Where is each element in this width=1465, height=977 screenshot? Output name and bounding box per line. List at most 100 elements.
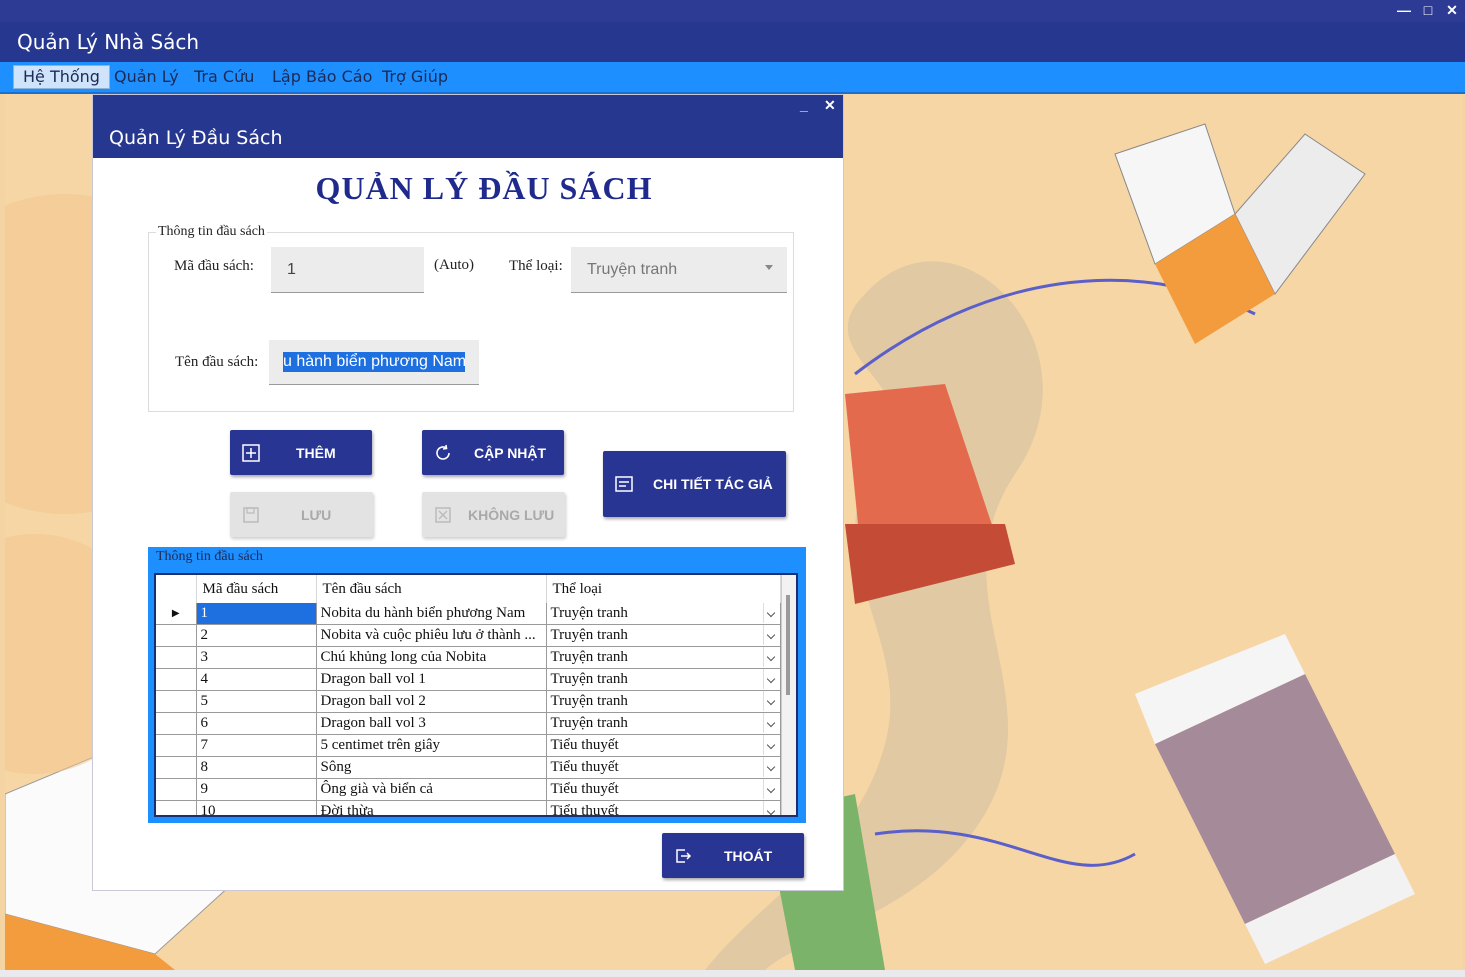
auto-label: (Auto) (434, 257, 474, 273)
cell-ten[interactable]: Sông (316, 756, 547, 779)
the-loai-select[interactable]: Truyện tranh (571, 247, 787, 293)
chevron-down-icon[interactable] (762, 735, 780, 755)
cell-the-loai[interactable]: Truyện tranh (546, 603, 781, 625)
chevron-down-icon[interactable] (762, 779, 780, 799)
chi-tiet-tac-gia-button[interactable]: CHI TIẾT TÁC GIẢ (603, 451, 786, 517)
cap-nhat-button[interactable]: CẬP NHẬT (422, 430, 564, 475)
table-row[interactable]: 3 Chú khủng long của Nobita Truyện tranh (156, 646, 781, 669)
scrollbar-thumb[interactable] (786, 595, 790, 695)
cell-ma[interactable]: 8 (196, 756, 317, 779)
exit-icon (676, 849, 692, 863)
cell-ma[interactable]: 7 (196, 734, 317, 757)
menu-tra-cuu[interactable]: Tra Cứu (185, 66, 263, 88)
menu-tro-giup[interactable]: Trợ Giúp (373, 66, 457, 88)
column-header-ma[interactable]: Mã đầu sách (196, 575, 317, 603)
row-header[interactable] (156, 800, 197, 815)
dau-sach-table[interactable]: Mã đầu sách Tên đầu sách Thể loại ▶ 1 No… (154, 573, 798, 817)
khong-luu-button[interactable]: KHÔNG LƯU (422, 492, 565, 537)
table-row[interactable]: 8 Sông Tiểu thuyết (156, 756, 781, 779)
cell-ten[interactable]: Đời thừa (316, 800, 547, 815)
them-button[interactable]: THÊM (230, 430, 372, 475)
dialog-close-button[interactable]: ✕ (824, 97, 836, 114)
dialog-minimize-button[interactable]: _ (800, 97, 808, 113)
cell-ten[interactable]: Ông già và biển cả (316, 778, 547, 801)
dialog-title-bar: Quản Lý Đầu Sách _ ✕ (93, 95, 843, 158)
cell-the-loai[interactable]: Tiểu thuyết (546, 734, 781, 757)
bottom-border (0, 970, 1465, 977)
row-header[interactable] (156, 778, 197, 801)
cell-ma[interactable]: 5 (196, 690, 317, 713)
cell-the-loai[interactable]: Tiểu thuyết (546, 756, 781, 779)
row-header[interactable] (156, 712, 197, 735)
cell-the-loai-value: Truyện tranh (550, 693, 628, 709)
row-header[interactable] (156, 734, 197, 757)
chevron-down-icon[interactable] (762, 647, 780, 667)
ma-dau-sach-field[interactable]: 1 (271, 247, 424, 293)
cell-ma[interactable]: 9 (196, 778, 317, 801)
cell-ma[interactable]: 6 (196, 712, 317, 735)
app-title: Quản Lý Nhà Sách (17, 30, 200, 54)
khong-luu-label: KHÔNG LƯU (468, 506, 555, 523)
cell-ma[interactable]: 2 (196, 624, 317, 647)
chevron-down-icon[interactable] (762, 669, 780, 689)
column-header-the-loai[interactable]: Thể loại (546, 575, 781, 603)
cell-ma[interactable]: 3 (196, 646, 317, 669)
chevron-down-icon[interactable] (762, 713, 780, 733)
cell-ten[interactable]: Dragon ball vol 1 (316, 668, 547, 691)
cell-ten[interactable]: Dragon ball vol 3 (316, 712, 547, 735)
ten-dau-sach-label: Tên đầu sách: (175, 354, 259, 370)
maximize-button[interactable]: □ (1418, 2, 1438, 18)
chevron-down-icon[interactable] (762, 625, 780, 645)
table-row[interactable]: 5 Dragon ball vol 2 Truyện tranh (156, 690, 781, 713)
row-header[interactable] (156, 668, 197, 691)
vertical-scrollbar[interactable] (781, 575, 796, 815)
chevron-down-icon[interactable] (762, 691, 780, 711)
chevron-down-icon[interactable] (762, 801, 780, 815)
cell-ma[interactable]: 1 (196, 603, 317, 625)
minimize-button[interactable]: — (1394, 2, 1414, 18)
cell-ten[interactable]: Dragon ball vol 2 (316, 690, 547, 713)
cell-the-loai[interactable]: Truyện tranh (546, 624, 781, 647)
cell-the-loai[interactable]: Truyện tranh (546, 646, 781, 669)
cell-ma[interactable]: 10 (196, 800, 317, 815)
ten-dau-sach-field[interactable]: u hành biển phương Nam (269, 340, 479, 385)
cell-ten[interactable]: Nobita du hành biển phương Nam (316, 603, 547, 625)
table-row[interactable]: 9 Ông già và biển cả Tiểu thuyết (156, 778, 781, 801)
menu-he-thong[interactable]: Hệ Thống (13, 65, 110, 89)
cell-the-loai[interactable]: Tiểu thuyết (546, 778, 781, 801)
cell-the-loai-value: Tiểu thuyết (550, 803, 619, 817)
thoat-button[interactable]: THOÁT (662, 833, 804, 878)
luu-label: LƯU (301, 506, 332, 523)
current-row-arrow-icon: ▶ (156, 603, 197, 625)
luu-button[interactable]: LƯU (230, 492, 373, 537)
column-header-ten[interactable]: Tên đầu sách (316, 575, 547, 603)
table-row[interactable]: 2 Nobita và cuộc phiêu lưu ở thành ... T… (156, 624, 781, 647)
row-header[interactable] (156, 624, 197, 647)
chevron-down-icon (765, 265, 773, 270)
table-row[interactable]: ▶ 1 Nobita du hành biển phương Nam Truyệ… (156, 603, 781, 625)
cell-the-loai[interactable]: Truyện tranh (546, 712, 781, 735)
table-row[interactable]: 10 Đời thừa Tiểu thuyết (156, 800, 781, 817)
table-row[interactable]: 4 Dragon ball vol 1 Truyện tranh (156, 668, 781, 691)
row-header[interactable] (156, 756, 197, 779)
chevron-down-icon[interactable] (762, 757, 780, 777)
table-row[interactable]: 7 5 centimet trên giây Tiểu thuyết (156, 734, 781, 757)
table-row[interactable]: 6 Dragon ball vol 3 Truyện tranh (156, 712, 781, 735)
menu-quan-ly[interactable]: Quản Lý (105, 66, 188, 88)
cell-the-loai[interactable]: Truyện tranh (546, 668, 781, 691)
save-icon (243, 507, 259, 523)
cell-the-loai[interactable]: Tiểu thuyết (546, 800, 781, 817)
row-header[interactable] (156, 690, 197, 713)
cell-the-loai[interactable]: Truyện tranh (546, 690, 781, 713)
cell-ten[interactable]: Chú khủng long của Nobita (316, 646, 547, 669)
refresh-icon (436, 444, 450, 460)
cell-ten[interactable]: Nobita và cuộc phiêu lưu ở thành ... (316, 624, 547, 647)
menu-lap-bao-cao[interactable]: Lập Báo Cáo (263, 66, 381, 88)
cell-ten[interactable]: 5 centimet trên giây (316, 734, 547, 757)
row-header[interactable] (156, 646, 197, 669)
close-button[interactable]: ✕ (1442, 2, 1462, 19)
data-grid: Mã đầu sách Tên đầu sách Thể loại ▶ 1 No… (156, 575, 781, 817)
chevron-down-icon[interactable] (762, 603, 780, 623)
cell-ma[interactable]: 4 (196, 668, 317, 691)
cell-the-loai-value: Truyện tranh (550, 649, 628, 665)
